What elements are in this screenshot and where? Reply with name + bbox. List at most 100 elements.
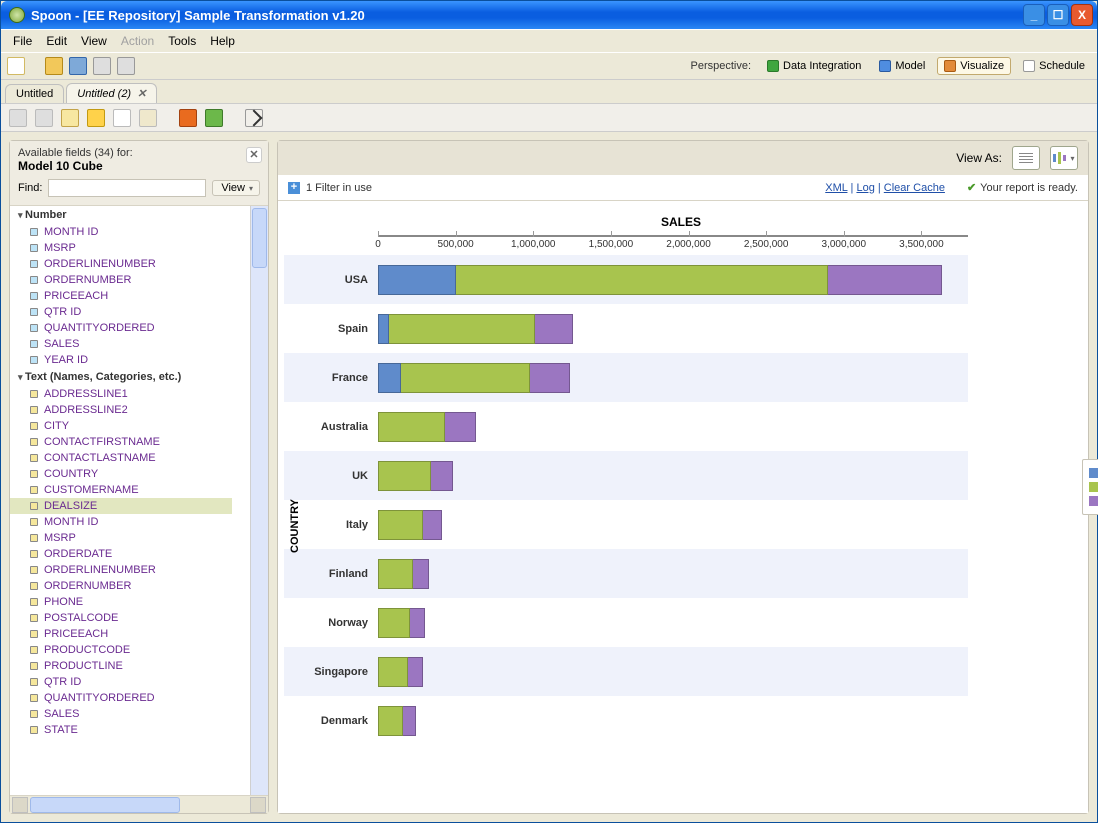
link-clear-cache[interactable]: Clear Cache [884, 182, 945, 194]
field-item[interactable]: YEAR ID [10, 352, 232, 368]
perspective-schedule[interactable]: Schedule [1017, 58, 1091, 74]
panel-close-icon[interactable]: ✕ [246, 147, 262, 163]
menu-view[interactable]: View [75, 32, 113, 50]
perspective-visualize[interactable]: Visualize [937, 57, 1011, 75]
tab-untitled-2[interactable]: Untitled (2)✕ [66, 83, 157, 103]
menu-edit[interactable]: Edit [40, 32, 73, 50]
field-item[interactable]: SALES [10, 336, 232, 352]
chart-row: Spain [284, 304, 968, 353]
close-tab-icon[interactable]: ✕ [137, 87, 146, 100]
chart-row: UK [284, 451, 968, 500]
minimize-button[interactable]: _ [1023, 4, 1045, 26]
view-table-button[interactable] [1012, 146, 1040, 170]
menu-help[interactable]: Help [204, 32, 241, 50]
field-item[interactable]: ORDERNUMBER [10, 578, 232, 594]
refresh-icon[interactable] [205, 109, 223, 127]
field-item[interactable]: PRODUCTLINE [10, 658, 232, 674]
find-input[interactable] [48, 179, 206, 197]
perspective-data-integration[interactable]: Data Integration [761, 58, 867, 74]
vertical-scrollbar[interactable] [250, 206, 268, 795]
fields-view-button[interactable]: View▾ [212, 180, 260, 196]
window-title: Spoon - [EE Repository] Sample Transform… [31, 8, 365, 23]
xaxis: 0500,0001,000,0001,500,0002,000,0002,500… [378, 235, 968, 255]
field-item[interactable]: PRICEEACH [10, 288, 232, 304]
field-item[interactable]: CONTACTLASTNAME [10, 450, 232, 466]
chart-row: France [284, 353, 968, 402]
fields-header-prefix: Available fields (34) for: [18, 147, 133, 159]
forward-icon[interactable] [35, 109, 53, 127]
field-item[interactable]: ORDERDATE [10, 546, 232, 562]
field-item[interactable]: ORDERNUMBER [10, 272, 232, 288]
clipboard-icon[interactable] [113, 109, 131, 127]
field-item[interactable]: PRODUCTCODE [10, 642, 232, 658]
filters-in-use[interactable]: 1 Filter in use [306, 182, 372, 194]
perspective-model[interactable]: Model [873, 58, 931, 74]
field-item[interactable]: MSRP [10, 530, 232, 546]
cube-icon[interactable] [179, 109, 197, 127]
back-icon[interactable] [9, 109, 27, 127]
menu-action: Action [115, 32, 160, 50]
available-fields-panel: ✕ Available fields (34) for: Model 10 Cu… [9, 140, 269, 814]
field-item[interactable]: QTR ID [10, 674, 232, 690]
editor-toolbar [1, 104, 1097, 132]
link-xml[interactable]: XML [825, 182, 847, 194]
field-item[interactable]: ORDERLINENUMBER [10, 256, 232, 272]
field-item[interactable]: DEALSIZE [10, 498, 232, 514]
field-item[interactable]: MSRP [10, 240, 232, 256]
open-icon[interactable] [45, 57, 63, 75]
main-toolbar: Perspective: Data Integration Model Visu… [1, 52, 1097, 80]
export-icon[interactable] [245, 109, 263, 127]
field-item[interactable]: MONTH ID [10, 514, 232, 530]
save-icon[interactable] [93, 57, 111, 75]
add-filter-icon[interactable]: + [288, 182, 300, 194]
new-icon[interactable] [7, 57, 25, 75]
field-item[interactable]: CITY [10, 418, 232, 434]
field-list[interactable]: NumberMONTH IDMSRPORDERLINENUMBERORDERNU… [10, 206, 250, 795]
field-item[interactable]: QUANTITYORDERED [10, 320, 232, 336]
field-item[interactable]: QUANTITYORDERED [10, 690, 232, 706]
field-item[interactable]: CONTACTFIRSTNAME [10, 434, 232, 450]
filter-icon[interactable] [87, 109, 105, 127]
field-item[interactable]: STATE [10, 722, 232, 738]
field-item[interactable]: POSTALCODE [10, 610, 232, 626]
paste-icon[interactable] [139, 109, 157, 127]
field-item[interactable]: ADDRESSLINE1 [10, 386, 232, 402]
perspective-label: Perspective: [691, 60, 752, 72]
find-label: Find: [18, 182, 42, 194]
sales-by-country-chart: SALES 0500,0001,000,0001,500,0002,000,00… [284, 219, 1078, 797]
viewas-label: View As: [288, 151, 1002, 165]
menu-file[interactable]: File [7, 32, 38, 50]
field-item[interactable]: ORDERLINENUMBER [10, 562, 232, 578]
field-item[interactable]: ADDRESSLINE2 [10, 402, 232, 418]
field-item[interactable]: QTR ID [10, 304, 232, 320]
chart-legend: LargeMediumSmall [1082, 459, 1098, 515]
report-status: ✔ Your report is ready. [967, 181, 1078, 194]
horizontal-scrollbar[interactable] [10, 795, 268, 813]
close-button[interactable]: X [1071, 4, 1093, 26]
field-item[interactable]: COUNTRY [10, 466, 232, 482]
maximize-button[interactable]: ☐ [1047, 4, 1069, 26]
layout-icon[interactable] [61, 109, 79, 127]
scroll-left-icon[interactable] [12, 797, 28, 813]
chart-row: Australia [284, 402, 968, 451]
fields-header-model: Model 10 Cube [18, 159, 103, 173]
chart-row: Singapore [284, 647, 968, 696]
titlebar: Spoon - [EE Repository] Sample Transform… [1, 1, 1097, 29]
hscroll-thumb[interactable] [30, 797, 180, 813]
link-log[interactable]: Log [856, 182, 874, 194]
field-item[interactable]: PHONE [10, 594, 232, 610]
field-item[interactable]: PRICEEACH [10, 626, 232, 642]
menu-tools[interactable]: Tools [162, 32, 202, 50]
field-item[interactable]: CUSTOMERNAME [10, 482, 232, 498]
explore-icon[interactable] [69, 57, 87, 75]
field-item[interactable]: SALES [10, 706, 232, 722]
field-item[interactable]: MONTH ID [10, 224, 232, 240]
saveas-icon[interactable] [117, 57, 135, 75]
scroll-right-icon[interactable] [250, 797, 266, 813]
view-chart-button[interactable]: ▾ [1050, 146, 1078, 170]
report-panel: View As: ▾ + 1 Filter in use XML | Log |… [277, 140, 1089, 814]
chart-row: Italy [284, 500, 968, 549]
tab-untitled-1[interactable]: Untitled [5, 84, 64, 103]
menubar: File Edit View Action Tools Help [1, 29, 1097, 52]
check-icon: ✔ [967, 181, 976, 194]
